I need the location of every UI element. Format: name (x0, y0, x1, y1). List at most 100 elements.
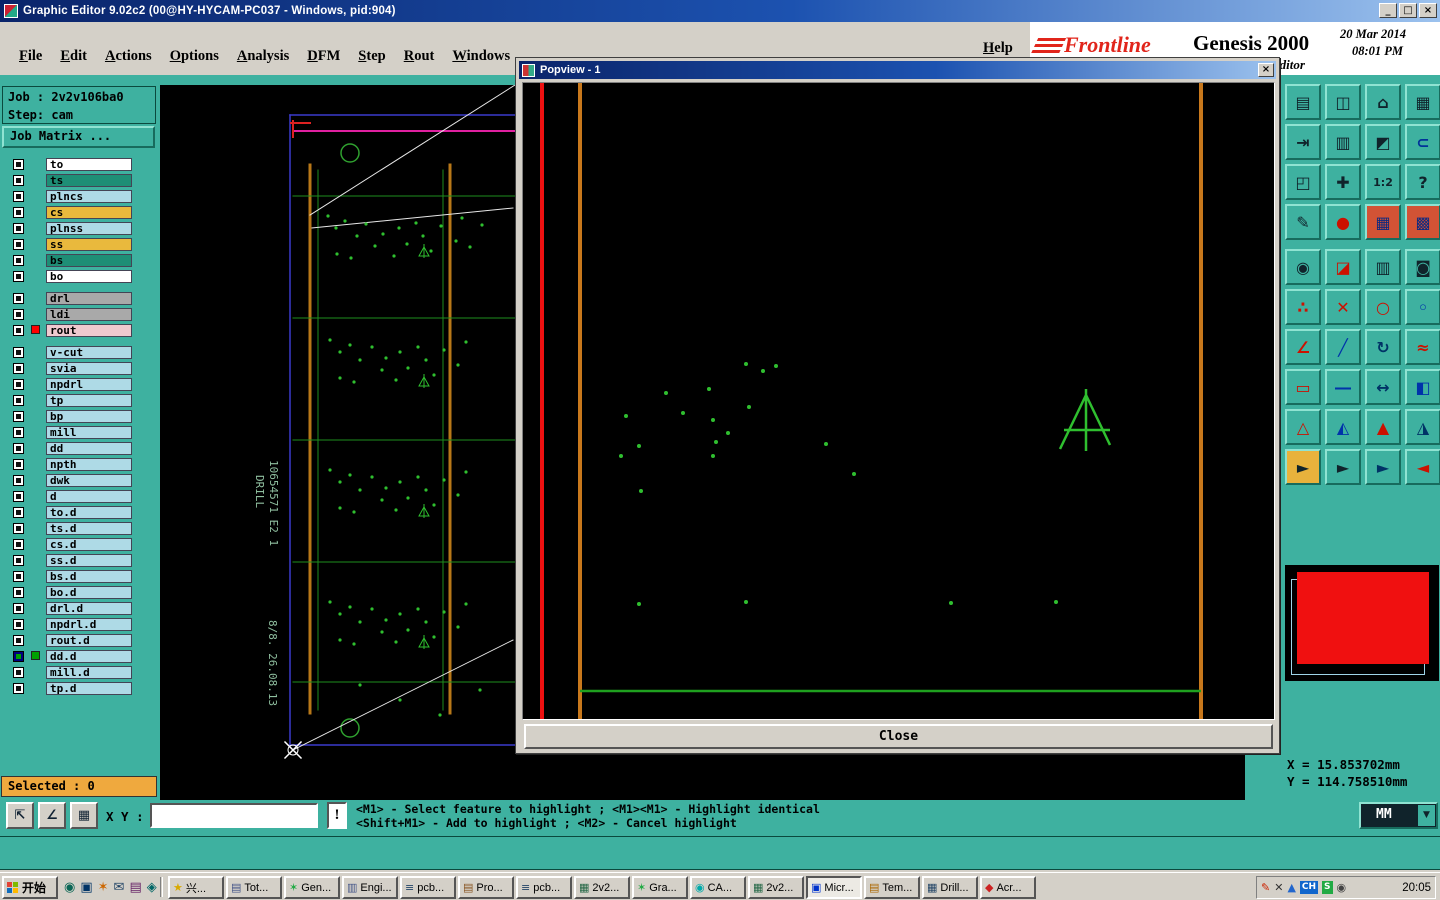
units-selector[interactable]: MM ▼ (1359, 802, 1438, 829)
toolbar-button-24[interactable]: ∠ (1285, 329, 1321, 365)
tray-icon-1[interactable]: ✕ (1274, 881, 1283, 894)
taskbar-item-13[interactable]: ▦ Drill... (922, 876, 978, 899)
quick-launch-icon-2[interactable]: ✶ (98, 880, 109, 895)
toolbar-button-31[interactable]: ◧ (1405, 369, 1440, 405)
toolbar-button-3[interactable]: ▦ (1405, 84, 1440, 120)
layer-checkbox-ldi[interactable] (13, 309, 24, 320)
layer-name-rout[interactable]: rout (46, 324, 132, 337)
toolbar-button-6[interactable]: ◩ (1365, 124, 1401, 160)
layer-checkbox-rout.d[interactable] (13, 635, 24, 646)
layer-name-drl[interactable]: drl (46, 292, 132, 305)
menu-windows[interactable]: Windows (443, 46, 519, 67)
layer-checkbox-ss[interactable] (13, 239, 24, 250)
tray-icon-5[interactable]: ◉ (1337, 881, 1347, 894)
layer-name-bp[interactable]: bp (46, 410, 132, 423)
app-titlebar[interactable]: Graphic Editor 9.02c2 (00@HY-HYCAM-PC037… (0, 0, 1440, 22)
layer-checkbox-plncs[interactable] (13, 191, 24, 202)
status-tool-button-2[interactable]: ▦ (70, 802, 98, 829)
layer-name-ts.d[interactable]: ts.d (46, 522, 132, 535)
taskbar-item-14[interactable]: ◆ Acr... (980, 876, 1036, 899)
layer-name-d[interactable]: d (46, 490, 132, 503)
toolbar-button-39[interactable]: ◄ (1405, 449, 1440, 485)
layer-checkbox-bp[interactable] (13, 411, 24, 422)
layer-checkbox-rout[interactable] (13, 325, 24, 336)
toolbar-button-33[interactable]: ◭ (1325, 409, 1361, 445)
layer-checkbox-plnss[interactable] (13, 223, 24, 234)
layer-checkbox-drl[interactable] (13, 293, 24, 304)
quick-launch-icon-0[interactable]: ◉ (64, 880, 75, 895)
layer-checkbox-to.d[interactable] (13, 507, 24, 518)
toolbar-button-23[interactable]: ◦ (1405, 289, 1440, 325)
toolbar-button-27[interactable]: ≈ (1405, 329, 1440, 365)
toolbar-button-22[interactable]: ○ (1365, 289, 1401, 325)
tray-icon-3[interactable]: CH (1299, 881, 1319, 894)
layer-name-npdrl[interactable]: npdrl (46, 378, 132, 391)
layer-checkbox-drl.d[interactable] (13, 603, 24, 614)
layer-checkbox-dd.d[interactable] (13, 651, 24, 662)
quick-launch-icon-1[interactable]: ▣ (80, 880, 92, 895)
layer-checkbox-ss.d[interactable] (13, 555, 24, 566)
layer-name-ss[interactable]: ss (46, 238, 132, 251)
menu-options[interactable]: Options (161, 46, 228, 67)
quick-launch-icon-5[interactable]: ◈ (147, 880, 157, 895)
status-tool-button-0[interactable]: ⇱ (6, 802, 34, 829)
toolbar-button-32[interactable]: △ (1285, 409, 1321, 445)
toolbar-button-38[interactable]: ► (1365, 449, 1401, 485)
start-button[interactable]: 开始 (2, 876, 58, 899)
layer-name-dd.d[interactable]: dd.d (46, 650, 132, 663)
layer-checkbox-npdrl.d[interactable] (13, 619, 24, 630)
toolbar-button-36[interactable]: ► (1285, 449, 1321, 485)
layer-name-ts[interactable]: ts (46, 174, 132, 187)
menu-file[interactable]: File (10, 46, 51, 67)
menu-analysis[interactable]: Analysis (228, 46, 298, 67)
taskbar-item-10[interactable]: ▦ 2v2... (748, 876, 804, 899)
layer-name-cs[interactable]: cs (46, 206, 132, 219)
layer-checkbox-tp.d[interactable] (13, 683, 24, 694)
layer-name-bs[interactable]: bs (46, 254, 132, 267)
menu-step[interactable]: Step (349, 46, 394, 67)
layer-checkbox-bs.d[interactable] (13, 571, 24, 582)
taskbar-item-7[interactable]: ▦ 2v2... (574, 876, 630, 899)
layer-checkbox-ts.d[interactable] (13, 523, 24, 534)
layer-checkbox-v-cut[interactable] (13, 347, 24, 358)
toolbar-button-18[interactable]: ▥ (1365, 249, 1401, 285)
layer-checkbox-bo[interactable] (13, 271, 24, 282)
taskbar-item-4[interactable]: ≡ pcb... (400, 876, 456, 899)
toolbar-button-13[interactable]: ● (1325, 204, 1361, 240)
toolbar-button-25[interactable]: ╱ (1325, 329, 1361, 365)
menu-help[interactable]: Help (983, 40, 1013, 57)
layer-name-svia[interactable]: svia (46, 362, 132, 375)
taskbar-item-1[interactable]: ▤ Tot... (226, 876, 282, 899)
toolbar-button-10[interactable]: 1:2 (1365, 164, 1401, 200)
layer-name-rout.d[interactable]: rout.d (46, 634, 132, 647)
toolbar-button-37[interactable]: ► (1325, 449, 1361, 485)
layer-name-npth[interactable]: npth (46, 458, 132, 471)
layer-checkbox-d[interactable] (13, 491, 24, 502)
layer-name-bo[interactable]: bo (46, 270, 132, 283)
layer-checkbox-cs[interactable] (13, 207, 24, 218)
layer-name-bo.d[interactable]: bo.d (46, 586, 132, 599)
toolbar-button-12[interactable]: ✎ (1285, 204, 1321, 240)
toolbar-button-1[interactable]: ◫ (1325, 84, 1361, 120)
taskbar-item-5[interactable]: ▤ Pro... (458, 876, 514, 899)
taskbar-item-9[interactable]: ◉ CA... (690, 876, 746, 899)
toolbar-button-30[interactable]: ↔ (1365, 369, 1401, 405)
toolbar-button-34[interactable]: ▲ (1365, 409, 1401, 445)
layer-checkbox-svia[interactable] (13, 363, 24, 374)
layer-name-plncs[interactable]: plncs (46, 190, 132, 203)
layer-name-ss.d[interactable]: ss.d (46, 554, 132, 567)
toolbar-button-11[interactable]: ? (1405, 164, 1440, 200)
layer-checkbox-npdrl[interactable] (13, 379, 24, 390)
layer-checkbox-mill.d[interactable] (13, 667, 24, 678)
popview-canvas[interactable] (522, 82, 1275, 720)
layer-checkbox-to[interactable] (13, 159, 24, 170)
status-tool-button-1[interactable]: ∠ (38, 802, 66, 829)
minimize-button[interactable]: _ (1379, 3, 1397, 18)
layer-name-mill.d[interactable]: mill.d (46, 666, 132, 679)
layer-name-ldi[interactable]: ldi (46, 308, 132, 321)
layer-name-drl.d[interactable]: drl.d (46, 602, 132, 615)
popview-titlebar[interactable]: Popview - 1 × (519, 61, 1276, 79)
taskbar-item-8[interactable]: ✶ Gra... (632, 876, 688, 899)
taskbar-item-12[interactable]: ▤ Tem... (864, 876, 920, 899)
toolbar-button-28[interactable]: ▭ (1285, 369, 1321, 405)
